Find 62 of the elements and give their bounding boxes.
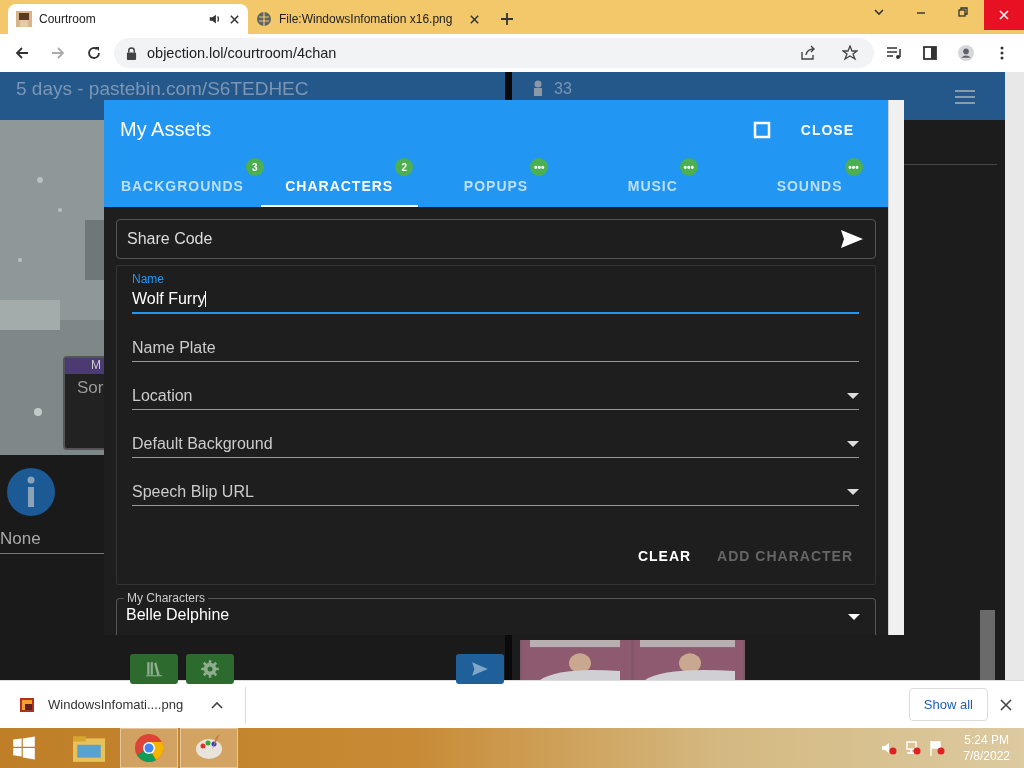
- share-code-field[interactable]: Share Code: [116, 219, 876, 259]
- settings-button[interactable]: [186, 654, 234, 684]
- field-value: Belle Delphine: [126, 606, 231, 624]
- field-label: Name Plate: [132, 339, 217, 357]
- lock-icon: [126, 46, 137, 60]
- maximize-icon[interactable]: [752, 120, 771, 139]
- globe-icon: [256, 11, 272, 27]
- chevron-up-icon[interactable]: [211, 700, 224, 709]
- count-badge: 3: [245, 158, 264, 176]
- input-field[interactable]: Name Plate: [132, 314, 859, 362]
- field-label: Location: [132, 387, 194, 405]
- info-icon[interactable]: [6, 467, 56, 517]
- dropdown-icon[interactable]: [847, 489, 859, 495]
- count-badge: •••: [844, 158, 863, 176]
- count-badge: •••: [679, 158, 698, 176]
- nameplate-text: Sor: [76, 377, 105, 398]
- input-field[interactable]: Speech Blip URL: [132, 458, 859, 506]
- person-icon: [532, 80, 544, 96]
- clear-button[interactable]: CLEAR: [631, 542, 698, 570]
- scrollbar[interactable]: [1005, 72, 1024, 680]
- field-value: Wolf Furry: [132, 289, 208, 308]
- muted-speaker-icon[interactable]: [881, 740, 898, 756]
- image-file-icon: [20, 697, 34, 712]
- speaker-icon[interactable]: [208, 12, 222, 26]
- count-badge: 2: [395, 158, 414, 176]
- input-field[interactable]: Location: [132, 362, 859, 410]
- count-badge: •••: [530, 158, 549, 176]
- send-button[interactable]: [456, 654, 504, 684]
- scrollbar[interactable]: [980, 610, 995, 680]
- close-icon[interactable]: [1000, 698, 1012, 711]
- plus-icon[interactable]: [500, 12, 514, 26]
- field-label: Name: [132, 272, 165, 286]
- browser-tab[interactable]: Courtroom: [8, 4, 248, 34]
- download-item[interactable]: WindowsInfomati....png: [0, 686, 247, 723]
- send-icon[interactable]: [840, 229, 864, 249]
- flag-icon[interactable]: [929, 740, 946, 756]
- portrait-icon: [16, 11, 32, 27]
- browser-tab[interactable]: File:WindowsInfomation x16.png: [248, 4, 488, 34]
- dialog-title: My Assets: [120, 118, 212, 141]
- header-title: 5 days - pastebin.com/S6TEDHEC: [16, 77, 309, 101]
- dropdown-icon[interactable]: [847, 441, 859, 447]
- field-label: Default Background: [132, 435, 274, 453]
- dropdown-icon[interactable]: [847, 393, 859, 399]
- show-all-button[interactable]: Show all: [908, 688, 988, 721]
- close-icon: [997, 8, 1011, 22]
- library-button[interactable]: [130, 654, 178, 684]
- settings-icon: [200, 659, 220, 679]
- input-field[interactable]: Default Background: [132, 410, 859, 458]
- books-icon: [145, 660, 163, 678]
- chrome-icon[interactable]: [134, 733, 164, 763]
- input-field[interactable]: Name Wolf Furry: [132, 266, 859, 314]
- dropdown-icon[interactable]: [848, 614, 860, 620]
- scrollbar[interactable]: [888, 100, 904, 635]
- field-label: My Characters: [124, 591, 209, 605]
- close-icon[interactable]: [469, 13, 480, 25]
- user-count: 33: [554, 80, 572, 98]
- restore-icon[interactable]: [956, 5, 970, 19]
- windows-logo-icon[interactable]: [12, 736, 36, 760]
- field-label: Speech Blip URL: [132, 483, 255, 501]
- address-field[interactable]: objection.lol/courtroom/4chan: [114, 38, 874, 68]
- network-icon[interactable]: [905, 740, 922, 756]
- close-icon[interactable]: [229, 13, 240, 25]
